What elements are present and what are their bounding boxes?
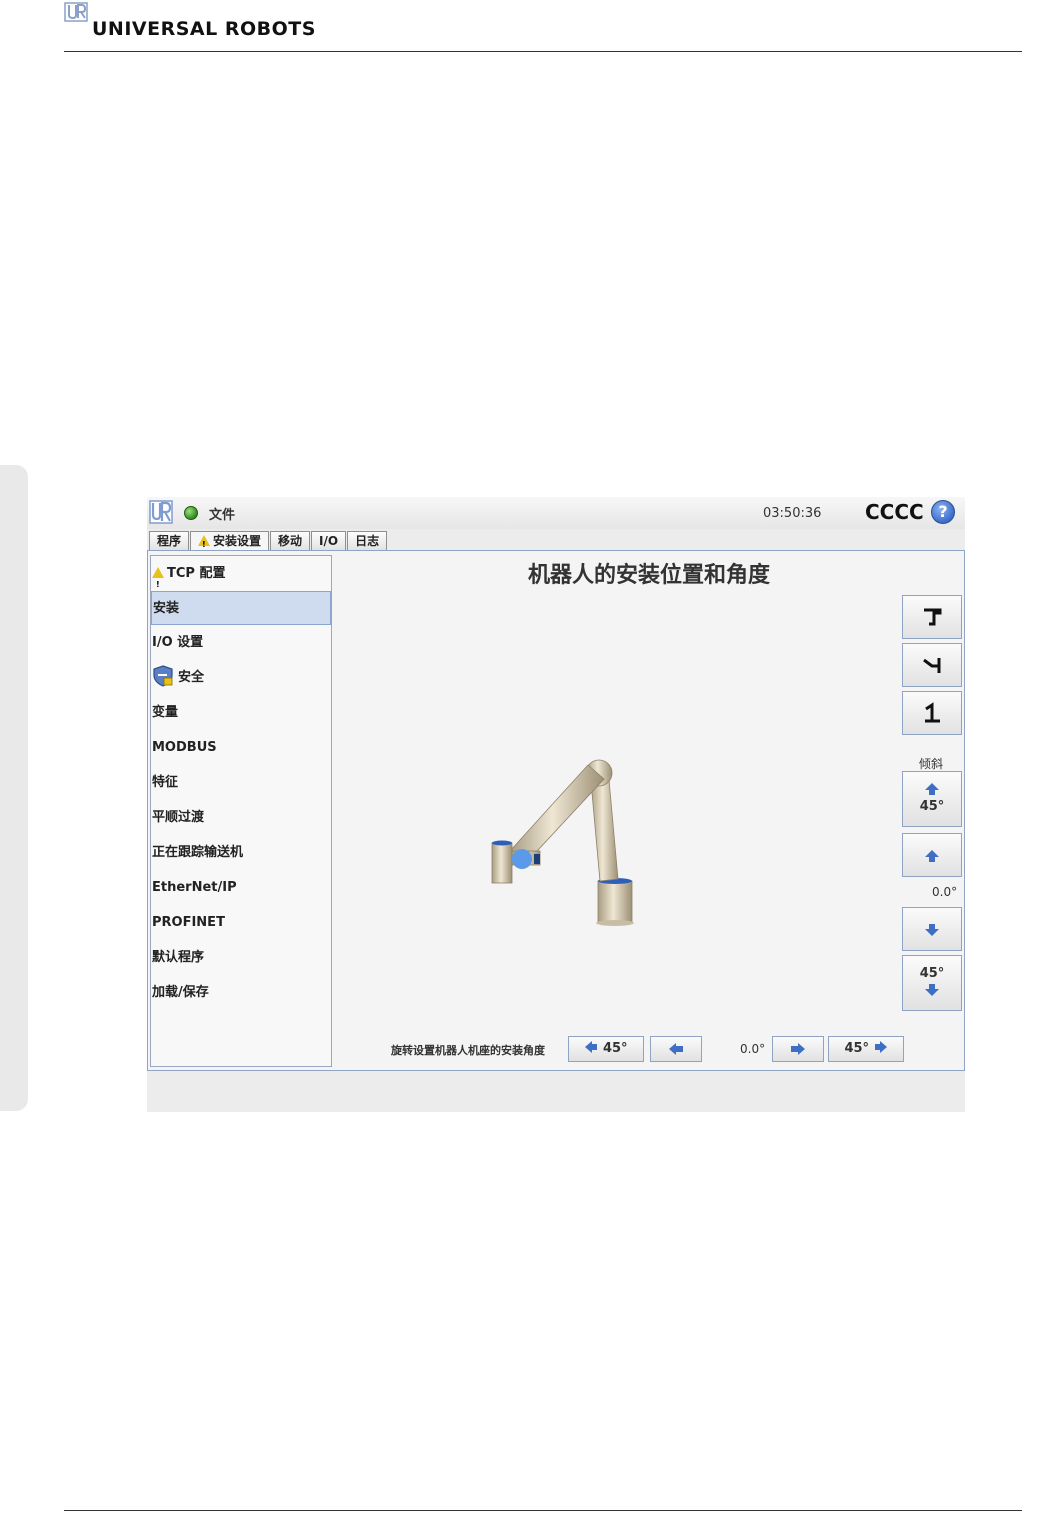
tab-log[interactable]: 日志 (347, 531, 388, 550)
robot-view-floor-icon (925, 702, 940, 723)
top-bar: 文件 03:50:36 CCCC ? (147, 497, 965, 529)
arrow-left-icon (585, 1041, 598, 1053)
sidebar-item-ethernet-ip[interactable]: EtherNet/IP (151, 871, 331, 905)
help-icon[interactable]: ? (931, 500, 955, 524)
robot-3d-view[interactable] (478, 751, 658, 931)
rotate-value: 0.0° (740, 1042, 766, 1056)
rotate-right-45-button[interactable]: 45° (828, 1036, 904, 1062)
tab-io[interactable]: I/O (311, 531, 347, 550)
document-footer-line (64, 1510, 1022, 1511)
arrow-down-icon (925, 984, 939, 996)
tab-move[interactable]: 移动 (270, 531, 311, 550)
view-top-button[interactable] (902, 595, 962, 639)
document-header: UNIVERSAL ROBOTS (64, 0, 1022, 52)
robot-status-icon (184, 506, 198, 520)
warning-icon (198, 535, 211, 554)
tilt-up-45-button[interactable]: 45° (902, 771, 962, 827)
manual-page: UNIVERSAL ROBOTS 文件 03:50:36 CCCC ? 程序 安… (0, 0, 1051, 1513)
sidebar-item-load-save[interactable]: 加载/保存 (151, 976, 331, 1010)
tilt-value: 0.0° (932, 885, 958, 899)
sidebar-item-io-setup[interactable]: I/O 设置 (151, 626, 331, 660)
brand-name: UNIVERSAL ROBOTS (92, 18, 316, 40)
sidebar-item-modbus[interactable]: MODBUS (151, 731, 331, 765)
sidebar-item-tcp[interactable]: TCP 配置 (151, 557, 331, 602)
robot-view-top-icon (924, 608, 942, 626)
arrow-right-icon (874, 1041, 887, 1053)
tab-installation[interactable]: 安装设置 (190, 531, 270, 554)
sidebar-item-conveyor-tracking[interactable]: 正在跟踪输送机 (151, 836, 331, 870)
rotate-right-button[interactable] (772, 1036, 824, 1062)
tab-program[interactable]: 程序 (149, 531, 190, 550)
ur-logo-icon (64, 2, 88, 22)
sidebar-item-variables[interactable]: 变量 (151, 696, 331, 730)
page-title: 机器人的安装位置和角度 (527, 563, 770, 588)
tilt-up-button[interactable] (902, 833, 962, 877)
robot-view-side-icon (923, 658, 941, 673)
arrow-right-icon (791, 1043, 805, 1055)
sidebar-item-profinet[interactable]: PROFINET (151, 906, 331, 940)
rotate-label: 旋转设置机器人机座的安装角度 (391, 1044, 545, 1057)
view-side-button[interactable] (902, 643, 962, 687)
arrow-up-icon (925, 850, 939, 862)
installation-panel: TCP 配置 安装 I/O 设置 安全 变量 MODBUS 特征 平顺过渡 正在… (147, 550, 965, 1071)
bottom-bar (147, 1072, 965, 1112)
sidebar-item-mounting[interactable]: 安装 (151, 591, 331, 625)
installation-sidebar: TCP 配置 安装 I/O 设置 安全 变量 MODBUS 特征 平顺过渡 正在… (150, 555, 332, 1067)
sidebar-item-smooth-transition[interactable]: 平顺过渡 (151, 801, 331, 835)
tilt-down-45-button[interactable]: 45° (902, 955, 962, 1011)
tilt-label: 倾斜 (919, 757, 944, 771)
main-tabs: 程序 安装设置 移动 I/O 日志 (149, 531, 388, 554)
robot-name: CCCC (865, 500, 924, 524)
page-side-tab (0, 465, 28, 1111)
sidebar-item-default-program[interactable]: 默认程序 (151, 941, 331, 975)
arrow-left-icon (669, 1043, 683, 1055)
tilt-down-button[interactable] (902, 907, 962, 951)
rotate-left-45-button[interactable]: 45° (568, 1036, 644, 1062)
shield-icon (153, 665, 173, 687)
arrow-up-icon (925, 783, 939, 795)
sidebar-item-safety[interactable]: 安全 (151, 661, 331, 695)
clock: 03:50:36 (763, 506, 822, 521)
file-menu[interactable]: 文件 (209, 504, 235, 523)
sidebar-item-features[interactable]: 特征 (151, 766, 331, 800)
rotate-left-button[interactable] (650, 1036, 702, 1062)
ur-logo-icon (149, 500, 173, 524)
view-floor-button[interactable] (902, 691, 962, 735)
arrow-down-icon (925, 924, 939, 936)
polyscope-screenshot: 文件 03:50:36 CCCC ? 程序 安装设置 移动 I/O 日志 TCP… (147, 497, 965, 1112)
warning-icon (152, 567, 164, 602)
